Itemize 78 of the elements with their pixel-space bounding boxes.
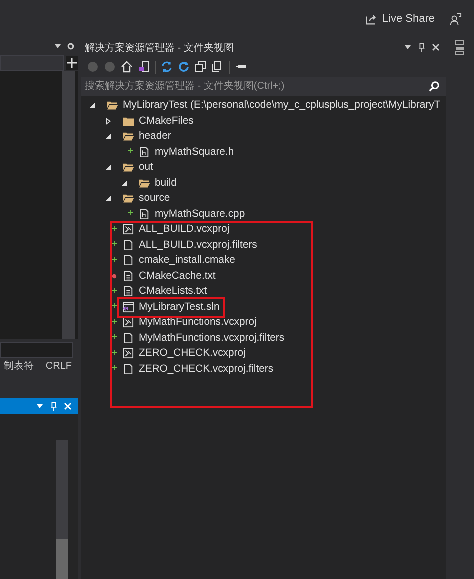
tree-item[interactable]: CMakeLists.txt xyxy=(139,286,208,298)
home-icon[interactable] xyxy=(121,61,133,73)
expanded-arrow-icon[interactable] xyxy=(105,164,112,172)
scrollbar[interactable] xyxy=(56,440,68,579)
expanded-arrow-icon[interactable] xyxy=(105,133,112,140)
folder-icon xyxy=(122,162,135,174)
folder-icon xyxy=(106,100,119,112)
folder-icon xyxy=(122,131,135,142)
settings-icon[interactable] xyxy=(67,42,75,50)
added-marker: + xyxy=(112,333,118,344)
sync-icon[interactable] xyxy=(161,61,173,73)
tree-item[interactable]: source xyxy=(139,193,170,204)
file-icon xyxy=(122,255,135,266)
pin-icon[interactable] xyxy=(418,43,426,52)
split-icon[interactable] xyxy=(66,56,78,70)
tree-item[interactable]: MyLibraryTest (E:\personal\code\my_c_cplusplus_project\MyLibraryT xyxy=(123,100,441,112)
added-marker: + xyxy=(112,286,118,297)
tree-item[interactable]: ZERO_CHECK.vcxproj.filters xyxy=(139,364,274,375)
tree-item[interactable]: MyMathFunctions.vcxproj xyxy=(139,317,257,328)
added-marker: + xyxy=(112,364,118,374)
text-file-icon xyxy=(122,270,135,282)
added-marker: + xyxy=(112,256,118,266)
folder-icon xyxy=(122,193,135,204)
tree-item[interactable]: myMathSquare.h xyxy=(155,146,234,158)
folder-icon xyxy=(122,116,135,127)
code-file-icon xyxy=(138,208,151,220)
status-text: CRLF xyxy=(46,360,72,372)
tree-item[interactable]: header xyxy=(139,131,172,142)
close-icon[interactable] xyxy=(432,43,440,52)
tree-item[interactable]: out xyxy=(139,162,154,174)
tree-item[interactable]: myMathSquare.cpp xyxy=(155,208,246,220)
project-file-icon xyxy=(122,317,135,328)
switch-views-icon[interactable] xyxy=(138,61,150,73)
refresh-icon[interactable] xyxy=(178,61,190,73)
feedback-icon[interactable] xyxy=(449,12,462,26)
file-icon xyxy=(122,240,135,251)
tree-item[interactable]: ALL_BUILD.vcxproj.filters xyxy=(139,240,258,251)
added-marker: + xyxy=(112,348,118,359)
solution-file-icon xyxy=(122,302,135,313)
collapsed-arrow-icon[interactable] xyxy=(105,118,112,125)
expanded-arrow-icon[interactable] xyxy=(105,195,112,202)
tree-item[interactable]: cmake_install.cmake xyxy=(139,255,236,266)
project-file-icon xyxy=(122,224,135,236)
file-icon xyxy=(122,332,135,344)
tree-item[interactable]: MyMathFunctions.vcxproj.filters xyxy=(139,332,285,344)
dropdown-icon[interactable] xyxy=(54,42,62,50)
status-text: 制表符 xyxy=(4,360,34,373)
scrollbar[interactable] xyxy=(62,71,75,339)
tree-item[interactable]: ZERO_CHECK.vcxproj xyxy=(139,348,246,360)
tree-item[interactable]: build xyxy=(155,178,177,189)
added-marker: + xyxy=(128,209,134,220)
collapse-all-icon[interactable] xyxy=(195,61,207,73)
tree-item[interactable]: CMakeCache.txt xyxy=(139,270,216,282)
added-marker: + xyxy=(112,240,118,250)
added-marker: + xyxy=(112,224,118,235)
dropdown-field[interactable] xyxy=(0,54,64,70)
text-file-icon xyxy=(122,286,135,298)
added-marker: + xyxy=(128,147,134,158)
dropdown-icon[interactable] xyxy=(404,43,412,52)
tree-item[interactable]: MyLibraryTest.sln xyxy=(139,302,220,313)
search-icon xyxy=(429,81,440,92)
code-file-icon xyxy=(138,146,151,158)
panel-title: 解决方案资源管理器 - 文件夹视图 xyxy=(85,42,235,54)
vertical-tab-icon[interactable] xyxy=(455,40,465,56)
expanded-arrow-icon[interactable] xyxy=(89,102,96,110)
live-share-button[interactable]: Live Share xyxy=(365,12,435,26)
added-marker: + xyxy=(112,302,118,312)
folder-icon xyxy=(138,178,151,189)
file-icon xyxy=(122,364,135,375)
expanded-arrow-icon[interactable] xyxy=(121,180,128,187)
share-icon xyxy=(365,12,378,26)
tree-item[interactable]: CMakeFiles xyxy=(139,116,194,127)
project-file-icon xyxy=(122,348,135,360)
search-field[interactable]: 搜索解决方案资源管理器 - 文件夹视图(Ctrl+;) xyxy=(81,77,446,96)
show-all-files-icon[interactable] xyxy=(212,61,224,73)
tree-item[interactable]: ALL_BUILD.vcxproj xyxy=(139,224,230,236)
added-marker: + xyxy=(112,318,118,328)
dropdown-icon[interactable] xyxy=(36,402,44,410)
